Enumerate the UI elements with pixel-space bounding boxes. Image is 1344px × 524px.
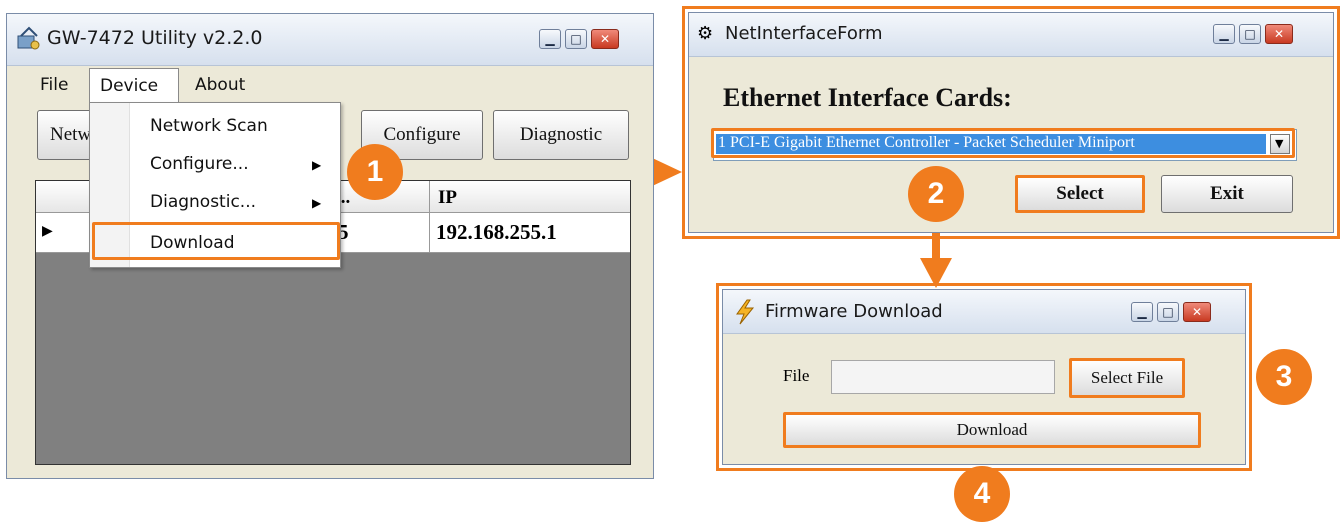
fw-titlebar: Firmware Download ▁ □ ✕ (723, 290, 1245, 334)
close-icon: ✕ (599, 32, 611, 46)
grid-row-divider (429, 213, 430, 253)
fw-title: Firmware Download (765, 301, 943, 322)
menu-device[interactable]: Device (89, 68, 179, 104)
menu-item-network-scan[interactable]: Network Scan (150, 116, 268, 136)
net-window: ⚙ NetInterfaceForm ▁ □ ✕ Ethernet Interf… (688, 12, 1334, 233)
minimize-icon: ▁ (545, 32, 555, 46)
close-icon: ✕ (1273, 27, 1285, 41)
lightning-icon (736, 299, 755, 325)
app-icon (17, 26, 40, 50)
step-badge-3: 3 (1256, 349, 1312, 405)
minimize-button[interactable]: ▁ (1131, 302, 1153, 322)
dropdown-highlight: 1 PCI-E Gigabit Ethernet Controller - Pa… (711, 128, 1295, 158)
fw-window: Firmware Download ▁ □ ✕ File Select File… (722, 289, 1246, 465)
maximize-button[interactable]: □ (565, 29, 587, 49)
dropdown-selection: 1 PCI-E Gigabit Ethernet Controller - Pa… (716, 134, 1266, 154)
main-titlebar: GW-7472 Utility v2.2.0 ▁ □ ✕ (7, 14, 653, 66)
net-titlebar: ⚙ NetInterfaceForm ▁ □ ✕ (689, 13, 1333, 57)
network-icon: ⚙ (697, 23, 714, 44)
select-file-button[interactable]: Select File (1069, 358, 1185, 398)
dropdown-arrow-button[interactable]: ▼ (1270, 134, 1290, 154)
grid-col-divider (429, 181, 430, 213)
menu-device-label: Device (100, 76, 159, 96)
maximize-icon: □ (1162, 305, 1174, 319)
close-button[interactable]: ✕ (591, 29, 619, 49)
menu-item-diagnostic[interactable]: Diagnostic... (150, 192, 256, 212)
download-label: Download (956, 420, 1028, 439)
step-4-label: 4 (973, 477, 991, 510)
minimize-button[interactable]: ▁ (1213, 24, 1235, 44)
select-label: Select (1056, 183, 1104, 204)
exit-label: Exit (1210, 183, 1244, 204)
step-badge-1: 1 (347, 144, 403, 200)
close-button[interactable]: ✕ (1183, 302, 1211, 322)
file-input[interactable] (831, 360, 1055, 394)
menu-file[interactable]: File (40, 75, 68, 95)
exit-button[interactable]: Exit (1161, 175, 1293, 213)
ethernet-heading: Ethernet Interface Cards: (723, 83, 1012, 112)
step-2-label: 2 (927, 177, 945, 210)
maximize-button[interactable]: □ (1239, 24, 1261, 44)
chevron-down-icon: ▼ (1275, 137, 1284, 150)
main-title: GW-7472 Utility v2.2.0 (47, 27, 263, 49)
diagnostic-label: Diagnostic (519, 124, 603, 145)
device-menu: Network Scan Configure... ▶ Diagnostic..… (89, 102, 341, 268)
submenu-arrow-icon: ▶ (312, 158, 322, 172)
net-title: NetInterfaceForm (725, 23, 883, 44)
submenu-arrow-icon: ▶ (312, 196, 322, 210)
maximize-icon: □ (1244, 27, 1256, 41)
menu-item-download-label: Download (150, 233, 235, 253)
download-button[interactable]: Download (783, 412, 1201, 448)
minimize-button[interactable]: ▁ (539, 29, 561, 49)
dropdown-value: 1 PCI-E Gigabit Ethernet Controller - Pa… (718, 134, 1135, 151)
minimize-icon: ▁ (1137, 305, 1147, 319)
step-3-label: 3 (1275, 360, 1293, 393)
maximize-icon: □ (570, 32, 582, 46)
menu-about[interactable]: About (195, 75, 245, 95)
main-window: GW-7472 Utility v2.2.0 ▁ □ ✕ File Device… (6, 13, 654, 479)
step-1-label: 1 (366, 155, 384, 188)
select-file-label: Select File (1090, 368, 1164, 387)
close-icon: ✕ (1191, 305, 1203, 319)
menu-item-download[interactable]: Download (92, 222, 340, 260)
grid-header-ip: IP (438, 187, 457, 208)
network-scan-label: Netw (50, 124, 92, 145)
maximize-button[interactable]: □ (1157, 302, 1179, 322)
configure-label: Configure (383, 124, 461, 145)
select-button[interactable]: Select (1015, 175, 1145, 213)
step-badge-2: 2 (908, 166, 964, 222)
minimize-icon: ▁ (1219, 27, 1229, 41)
close-button[interactable]: ✕ (1265, 24, 1293, 44)
grid-cell-ip: 192.168.255.1 (436, 220, 557, 244)
step-badge-4: 4 (954, 466, 1010, 522)
file-label: File (783, 366, 810, 385)
row-marker-icon: ▶ (42, 223, 53, 239)
diagnostic-button[interactable]: Diagnostic (493, 110, 629, 160)
interface-dropdown[interactable]: 1 PCI-E Gigabit Ethernet Controller - Pa… (711, 128, 1297, 161)
menu-item-configure[interactable]: Configure... (150, 154, 249, 174)
